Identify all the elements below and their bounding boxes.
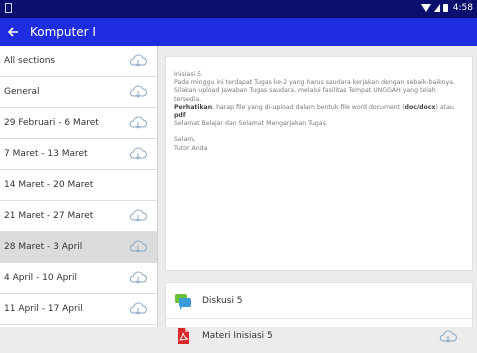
section-item-week-selected[interactable]: 28 Maret - 3 April: [0, 232, 157, 263]
activity-resource[interactable]: Materi Inisiasi 5: [166, 318, 472, 353]
cloud-download-icon[interactable]: [128, 115, 148, 131]
cloud-download-icon[interactable]: [128, 146, 148, 162]
section-label: 4 April - 10 April: [4, 273, 78, 283]
summary-signature: Tutor Anda: [174, 144, 208, 152]
section-item-week[interactable]: 14 Maret - 20 Maret: [0, 170, 157, 201]
pdf-icon: [178, 328, 189, 344]
activity-label: Materi Inisiasi 5: [202, 331, 273, 341]
status-time: 4:58: [452, 3, 473, 13]
section-content: Inisiasi 5 Pada minggu ini terdapat Tuga…: [165, 46, 477, 344]
section-item-week[interactable]: 21 Maret - 27 Maret: [0, 201, 157, 232]
sd-card-icon: [5, 3, 12, 13]
section-label: 21 Maret - 27 Maret: [4, 211, 94, 221]
cloud-download-icon[interactable]: [128, 208, 148, 224]
status-bar: 4:58: [0, 0, 477, 18]
section-label: All sections: [4, 56, 56, 66]
section-item-week[interactable]: 7 Maret - 13 Maret: [0, 139, 157, 170]
section-item-week[interactable]: 11 April - 17 April: [0, 294, 157, 325]
section-summary: Inisiasi 5 Pada minggu ini terdapat Tuga…: [165, 56, 473, 271]
activity-label: Diskusi 5: [202, 295, 243, 306]
section-label: General: [4, 87, 40, 97]
back-arrow-icon[interactable]: [0, 18, 26, 46]
summary-note: Perhatikan, harap file yang di-upload da…: [174, 103, 454, 120]
activity-list: Diskusi 5 Materi Inisiasi 5: [165, 282, 473, 344]
summary-greeting: Salam,: [174, 136, 196, 144]
summary-closing: Selamat Belajar dan Selamat Mengerjakan …: [174, 120, 328, 128]
cloud-download-icon[interactable]: [128, 53, 148, 69]
section-label: 11 April - 17 April: [4, 304, 83, 314]
cloud-download-icon[interactable]: [128, 84, 148, 100]
section-list: All sections General 29 Februari - 6 Mar…: [0, 46, 158, 327]
section-label: 28 Maret - 3 April: [4, 242, 83, 252]
section-item-week[interactable]: 29 Februari - 6 Maret: [0, 108, 157, 139]
activity-forum[interactable]: Diskusi 5: [166, 283, 472, 318]
cloud-download-icon[interactable]: [128, 239, 148, 255]
wifi-icon: [420, 4, 431, 12]
battery-icon: [442, 4, 448, 12]
section-label: 29 Februari - 6 Maret: [4, 118, 99, 128]
section-item-week[interactable]: 4 April - 10 April: [0, 263, 157, 294]
cloud-download-icon[interactable]: [128, 270, 148, 286]
cloud-download-icon[interactable]: [438, 329, 458, 345]
app-bar: Komputer I: [0, 18, 477, 46]
note-bold: Perhatikan: [174, 103, 213, 111]
section-label: 7 Maret - 13 Maret: [4, 149, 88, 159]
forum-icon: [175, 293, 191, 310]
summary-body: Pada minggu ini terdapat Tugas ke-2 yang…: [174, 79, 456, 103]
summary-heading: Inisiasi 5: [174, 71, 202, 78]
signal-icon: [433, 4, 440, 12]
page-title: Komputer I: [30, 25, 96, 39]
section-item-general[interactable]: General: [0, 77, 157, 108]
section-item-all[interactable]: All sections: [0, 46, 157, 77]
section-label: 14 Maret - 20 Maret: [4, 180, 94, 190]
cloud-download-icon[interactable]: [128, 301, 148, 317]
